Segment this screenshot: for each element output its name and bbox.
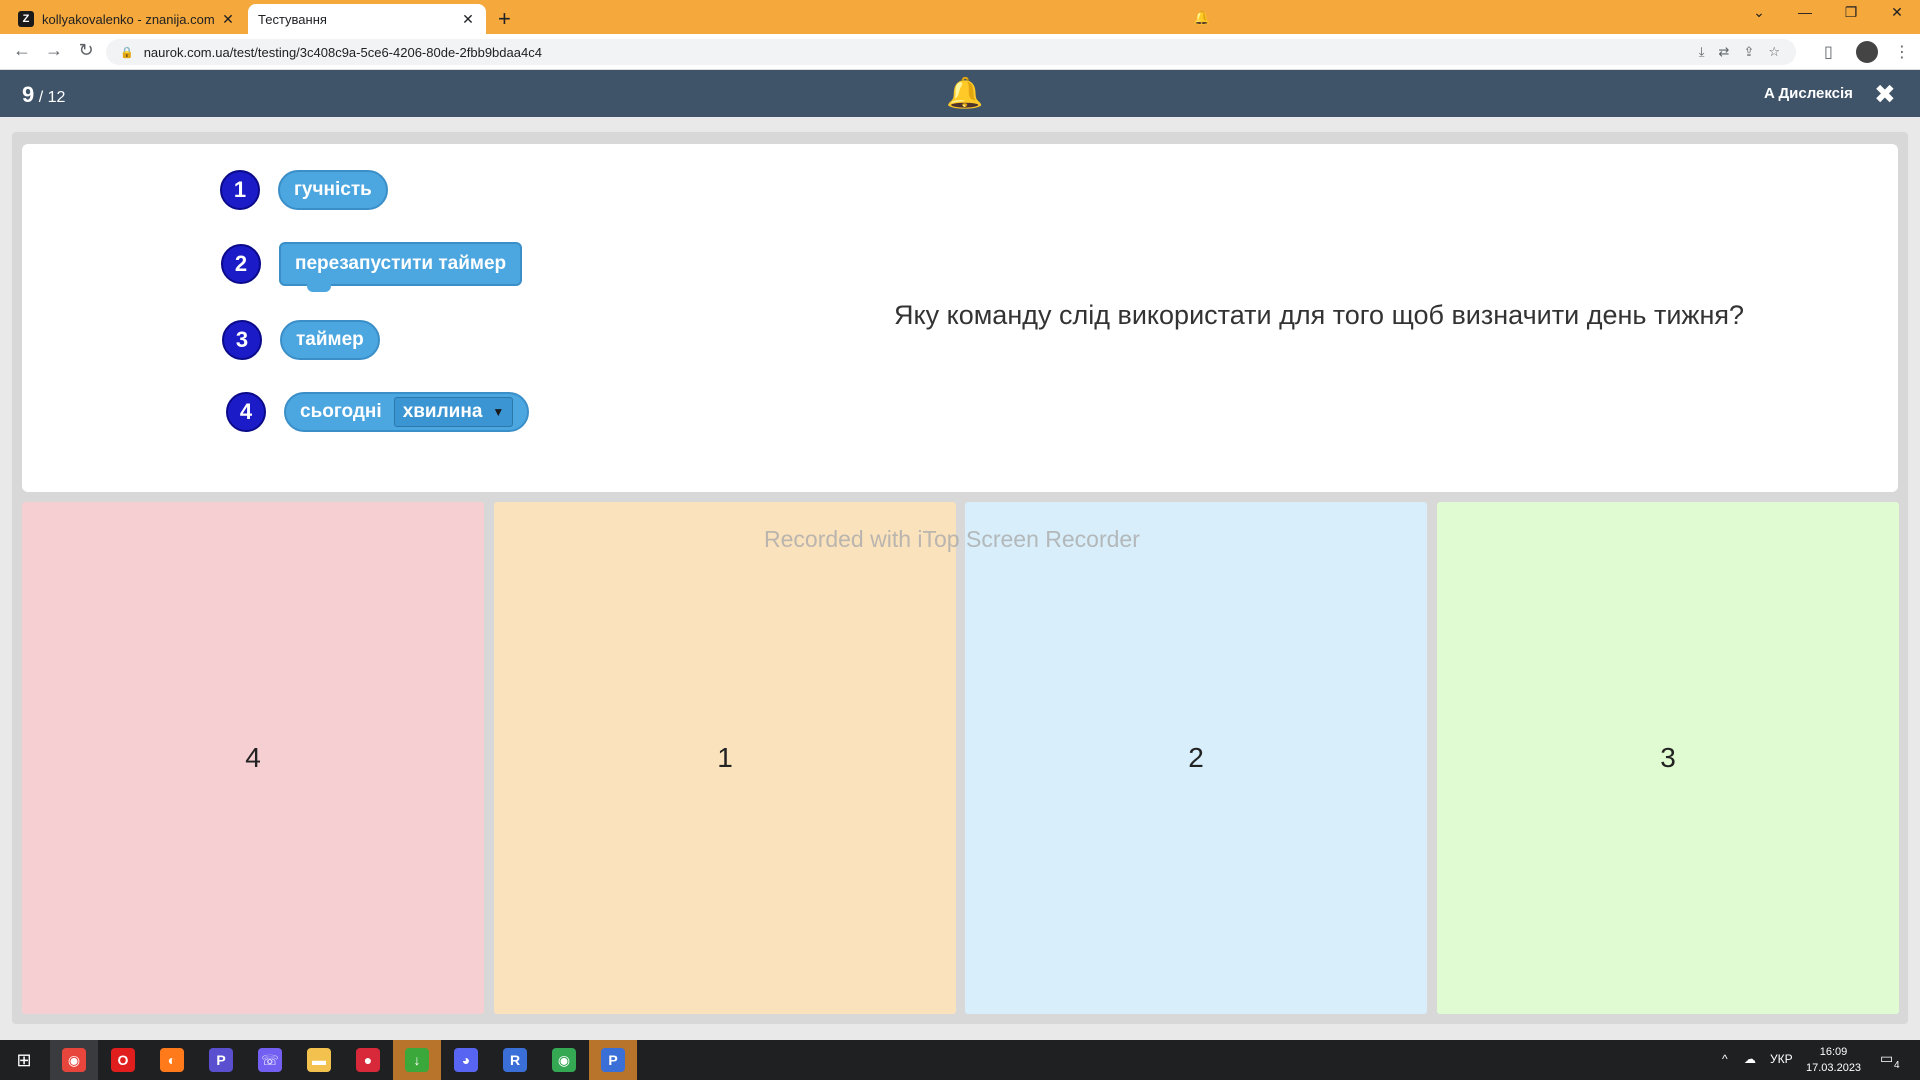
tab-close-icon[interactable]: ✕ xyxy=(220,11,236,28)
chrome-2-taskbar-button[interactable]: ◉ xyxy=(540,1040,588,1080)
folder-taskbar-button[interactable]: ▬ xyxy=(295,1040,343,1080)
forward-icon[interactable]: → xyxy=(42,40,66,61)
discord-icon: ◕ xyxy=(454,1048,478,1072)
lock-icon: 🔒 xyxy=(120,46,134,59)
scratch-block-timer: таймер xyxy=(280,320,380,360)
p-app-2-taskbar-button[interactable]: P xyxy=(589,1040,637,1080)
bell-icon: 🔔 xyxy=(946,77,984,110)
new-tab-button[interactable]: + xyxy=(498,6,511,32)
browser-toolbar: ← → ↻ 🔒 naurok.com.ua/test/testing/3c408… xyxy=(0,34,1920,70)
block-option-1: 1 гучність xyxy=(220,170,388,210)
tray-expand-icon[interactable]: ^ xyxy=(1722,1052,1728,1066)
bookmark-star-icon[interactable]: ☆ xyxy=(1768,44,1780,60)
p-app-2-icon: P xyxy=(601,1048,625,1072)
restore-button[interactable]: ❐ xyxy=(1836,4,1866,21)
recorder-taskbar-button[interactable]: ● xyxy=(344,1040,392,1080)
url-text: naurok.com.ua/test/testing/3c408c9a-5ce6… xyxy=(143,44,542,60)
reload-icon[interactable]: ↻ xyxy=(74,40,98,61)
folder-icon: ▬ xyxy=(307,1048,331,1072)
option-number: 4 xyxy=(226,392,266,432)
znanija-favicon-icon: Z xyxy=(18,11,34,27)
bell-favicon-icon: 🔔 xyxy=(1193,10,1211,25)
language-indicator[interactable]: УКР xyxy=(1770,1052,1793,1066)
tab-znanija[interactable]: Z kollyakovalenko - znanija.com ✕ xyxy=(8,4,246,34)
tab-title: Тестування xyxy=(258,11,327,27)
windows-taskbar: ⊞ ◉ O ◐ P ☏ ▬ ● ↓ ◕ R ◉ P ^ ☁ УКР 16:09 17.03.2023 … xyxy=(0,1040,1920,1080)
scratch-block-volume: гучність xyxy=(278,170,388,210)
discord-taskbar-button[interactable]: ◕ xyxy=(442,1040,490,1080)
block-dropdown: хвилина ▼ xyxy=(393,397,514,427)
chrome-taskbar-button[interactable]: ◉ xyxy=(50,1040,98,1080)
tab-title: kollyakovalenko - znanija.com xyxy=(42,11,215,27)
total-questions: / 12 xyxy=(38,89,66,106)
test-header: 9 / 12 🔔 A Дислексія ✖ xyxy=(0,70,1920,117)
viber-taskbar-button[interactable]: ☏ xyxy=(246,1040,294,1080)
option-number: 2 xyxy=(221,244,261,284)
share-icon[interactable]: ⇪ xyxy=(1743,44,1754,60)
block-option-3: 3 таймер xyxy=(222,320,380,360)
back-icon[interactable]: ← xyxy=(10,40,34,61)
firefox-taskbar-button[interactable]: ◐ xyxy=(148,1040,196,1080)
profile-avatar[interactable] xyxy=(1856,41,1878,63)
start-icon[interactable]: ⊞ xyxy=(0,1040,48,1080)
p-app-taskbar-button[interactable]: P xyxy=(197,1040,245,1080)
r-app-icon: R xyxy=(503,1048,527,1072)
chrome-2-icon: ◉ xyxy=(552,1048,576,1072)
recorder-watermark: Recorded with iTop Screen Recorder xyxy=(764,526,1140,552)
answer-option-4[interactable]: 3 xyxy=(1437,502,1899,1014)
opera-icon: O xyxy=(111,1048,135,1072)
answer-option-3[interactable]: 2 xyxy=(965,502,1427,1014)
tab-search-icon[interactable]: ⌄ xyxy=(1744,4,1774,21)
tray-app-icon[interactable]: ☁ xyxy=(1744,1052,1756,1066)
answer-option-1[interactable]: 4 xyxy=(22,502,484,1014)
green-app-icon: ↓ xyxy=(405,1048,429,1072)
block-option-4: 4 сьогодні хвилина ▼ xyxy=(226,392,530,432)
dropdown-value: хвилина xyxy=(402,401,483,422)
browser-tab-bar: Z kollyakovalenko - znanija.com ✕ 🔔 Тест… xyxy=(0,0,1920,34)
scratch-block-reset-timer: перезапустити таймер xyxy=(279,242,523,292)
p-app-icon: P xyxy=(209,1048,233,1072)
block-option-2: 2 перезапустити таймер xyxy=(221,242,523,292)
clock-date: 17.03.2023 xyxy=(1806,1062,1862,1074)
chrome-icon: ◉ xyxy=(62,1048,86,1072)
close-window-button[interactable]: ✕ xyxy=(1882,4,1912,21)
green-app-taskbar-button[interactable]: ↓ xyxy=(393,1040,441,1080)
menu-kebab-icon[interactable]: ⋮ xyxy=(1894,42,1910,62)
question-text: Яку команду слід використати для того що… xyxy=(894,300,1745,330)
address-bar[interactable]: 🔒 naurok.com.ua/test/testing/3c408c9a-5c… xyxy=(106,39,1796,65)
option-number: 3 xyxy=(222,320,262,360)
dyslexia-toggle[interactable]: A Дислексія xyxy=(1764,85,1853,102)
viber-icon: ☏ xyxy=(258,1048,282,1072)
close-test-icon[interactable]: ✖ xyxy=(1874,79,1896,110)
r-app-taskbar-button[interactable]: R xyxy=(491,1040,539,1080)
translate-icon[interactable]: ⇄ xyxy=(1719,44,1730,60)
current-question-number: 9 xyxy=(22,82,35,107)
side-panel-icon[interactable]: ▯ xyxy=(1824,42,1833,62)
opera-taskbar-button[interactable]: O xyxy=(99,1040,147,1080)
option-number: 1 xyxy=(220,170,260,210)
firefox-icon: ◐ xyxy=(160,1048,184,1072)
minimize-button[interactable]: — xyxy=(1790,4,1820,20)
notifications-icon[interactable]: ▭ xyxy=(1880,1050,1893,1067)
question-counter: 9 / 12 xyxy=(22,82,65,108)
clock-time: 16:09 xyxy=(1819,1046,1848,1058)
tab-testing[interactable]: 🔔 Тестування ✕ xyxy=(248,4,1210,34)
answer-option-2[interactable]: 1 xyxy=(494,502,956,1014)
install-icon[interactable]: ⤓ xyxy=(1699,44,1705,60)
recorder-icon: ● xyxy=(356,1048,380,1072)
clock[interactable]: 16:09 17.03.2023 xyxy=(1806,1044,1861,1076)
dropdown-caret-icon: ▼ xyxy=(492,405,505,419)
block-label: сьогодні xyxy=(300,401,382,422)
notification-count: 4 xyxy=(1894,1060,1900,1071)
scratch-block-today: сьогодні хвилина ▼ xyxy=(284,392,530,432)
tab-close-icon[interactable]: ✕ xyxy=(460,11,476,28)
